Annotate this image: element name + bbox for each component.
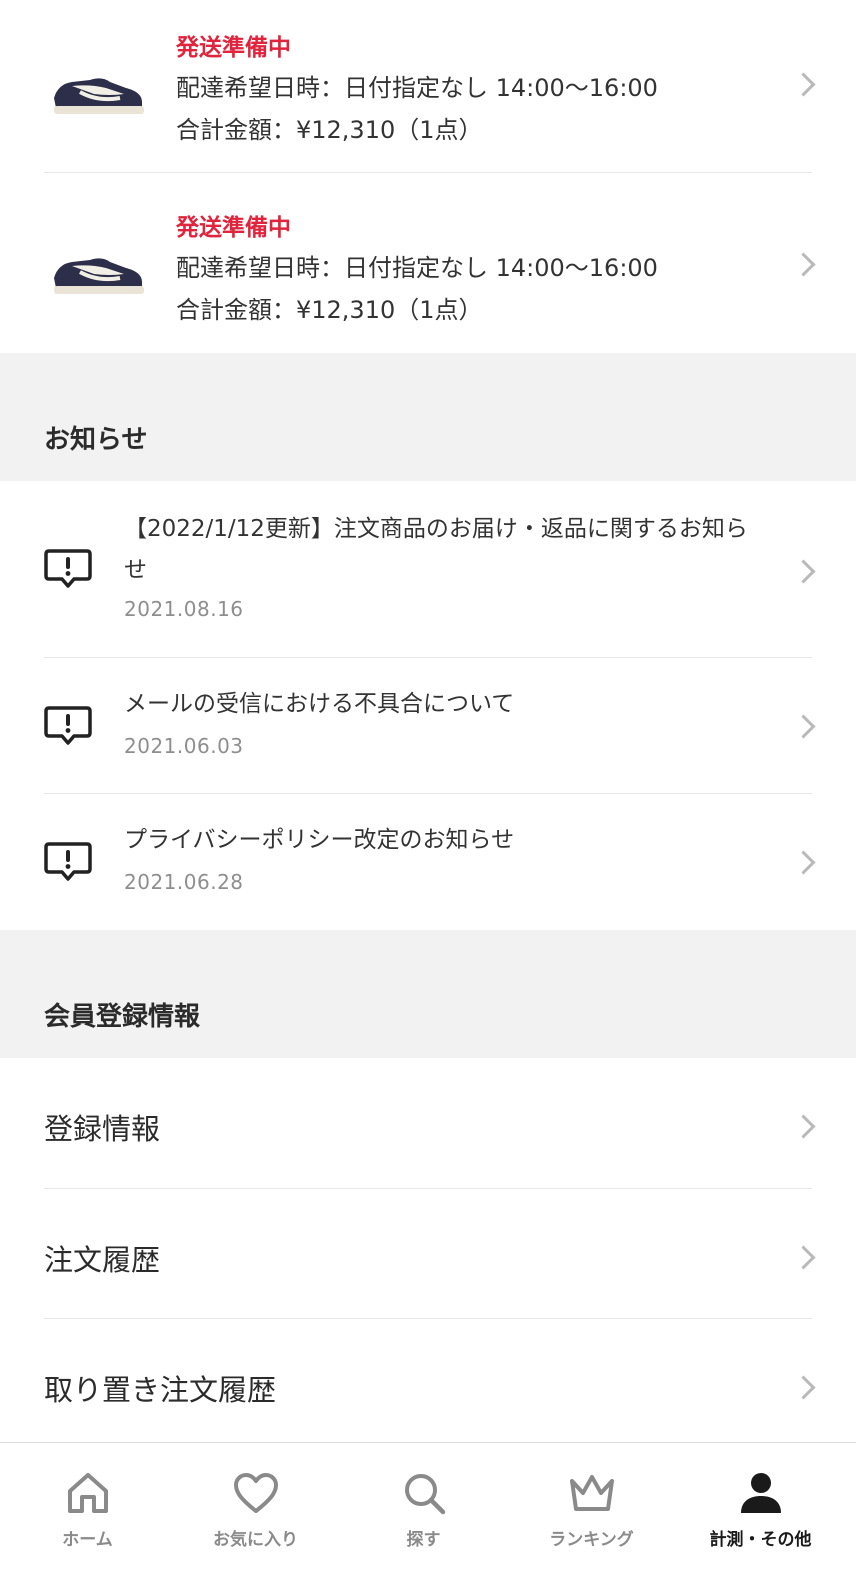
crown-icon <box>569 1475 614 1511</box>
order-total: 合計金額：¥12,310（1点） <box>176 116 483 144</box>
order-status: 発送準備中 <box>176 35 291 61</box>
tab-home[interactable]: ホーム <box>2 1443 173 1593</box>
user-icon <box>740 1473 781 1513</box>
home-icon <box>67 1473 108 1513</box>
tab-label: ホーム <box>62 1530 113 1550</box>
order-total: 合計金額：¥12,310（1点） <box>176 296 483 324</box>
member-heading: 会員登録情報 <box>44 1002 201 1032</box>
tab-label: お気に入り <box>213 1530 298 1550</box>
tab-label: 計測・その他 <box>709 1530 812 1550</box>
menu-item-reservation-history[interactable]: 取り置き注文履歴 <box>0 1319 856 1449</box>
sneaker-thumbnail <box>54 258 144 294</box>
order-item[interactable]: 発送準備中 配達希望日時：日付指定なし 14:00〜16:00 合計金額：¥12… <box>0 0 856 180</box>
news-date: 2021.06.03 <box>124 734 244 758</box>
chevron-right-icon <box>791 72 816 97</box>
search-icon <box>404 1474 445 1515</box>
chevron-right-icon <box>791 1245 816 1270</box>
chevron-right-icon <box>791 850 816 875</box>
menu-item-order-history[interactable]: 注文履歴 <box>0 1189 856 1319</box>
menu-item-label: 取り置き注文履歴 <box>44 1373 277 1407</box>
menu-item-registration-info[interactable]: 登録情報 <box>0 1058 856 1188</box>
menu-item-label: 注文履歴 <box>44 1243 161 1277</box>
news-heading: お知らせ <box>44 425 148 455</box>
tab-label: ランキング <box>549 1530 634 1550</box>
news-date: 2021.08.16 <box>124 597 244 621</box>
chevron-right-icon <box>791 1114 816 1139</box>
order-status: 発送準備中 <box>176 215 291 241</box>
news-title: 【2022/1/12更新】注文商品のお届け・返品に関するお知らせ <box>124 516 748 583</box>
alert-message-icon <box>44 706 92 745</box>
tab-measure-other[interactable]: 計測・その他 <box>675 1443 846 1593</box>
chevron-right-icon <box>791 714 816 739</box>
tab-label: 探す <box>406 1530 441 1550</box>
news-date: 2021.06.28 <box>124 870 244 894</box>
chevron-right-icon <box>791 1375 816 1400</box>
divider <box>44 172 812 173</box>
sneaker-thumbnail <box>54 78 144 114</box>
chevron-right-icon <box>791 559 816 584</box>
tab-ranking[interactable]: ランキング <box>506 1443 677 1593</box>
order-delivery: 配達希望日時：日付指定なし 14:00〜16:00 <box>176 254 658 282</box>
alert-message-icon <box>44 842 92 881</box>
alert-message-icon <box>44 549 92 588</box>
news-section-header: お知らせ <box>0 353 856 481</box>
order-delivery: 配達希望日時：日付指定なし 14:00〜16:00 <box>176 74 658 102</box>
menu-item-label: 登録情報 <box>44 1112 161 1146</box>
news-item[interactable]: プライバシーポリシー改定のお知らせ 2021.06.28 <box>0 794 856 930</box>
order-item[interactable]: 発送準備中 配達希望日時：日付指定なし 14:00〜16:00 合計金額：¥12… <box>0 180 856 360</box>
bottom-tab-bar: ホーム お気に入り 探す ランキング 計測・その他 <box>0 1442 856 1593</box>
news-title: メールの受信における不具合について <box>124 691 515 717</box>
tab-search[interactable]: 探す <box>338 1443 509 1593</box>
member-section-header: 会員登録情報 <box>0 930 856 1058</box>
heart-icon <box>233 1473 278 1513</box>
chevron-right-icon <box>791 252 816 277</box>
news-title: プライバシーポリシー改定のお知らせ <box>124 827 515 853</box>
tab-favorites[interactable]: お気に入り <box>170 1443 341 1593</box>
news-item[interactable]: 【2022/1/12更新】注文商品のお届け・返品に関するお知らせ 2021.08… <box>0 481 856 657</box>
news-item[interactable]: メールの受信における不具合について 2021.06.03 <box>0 658 856 793</box>
